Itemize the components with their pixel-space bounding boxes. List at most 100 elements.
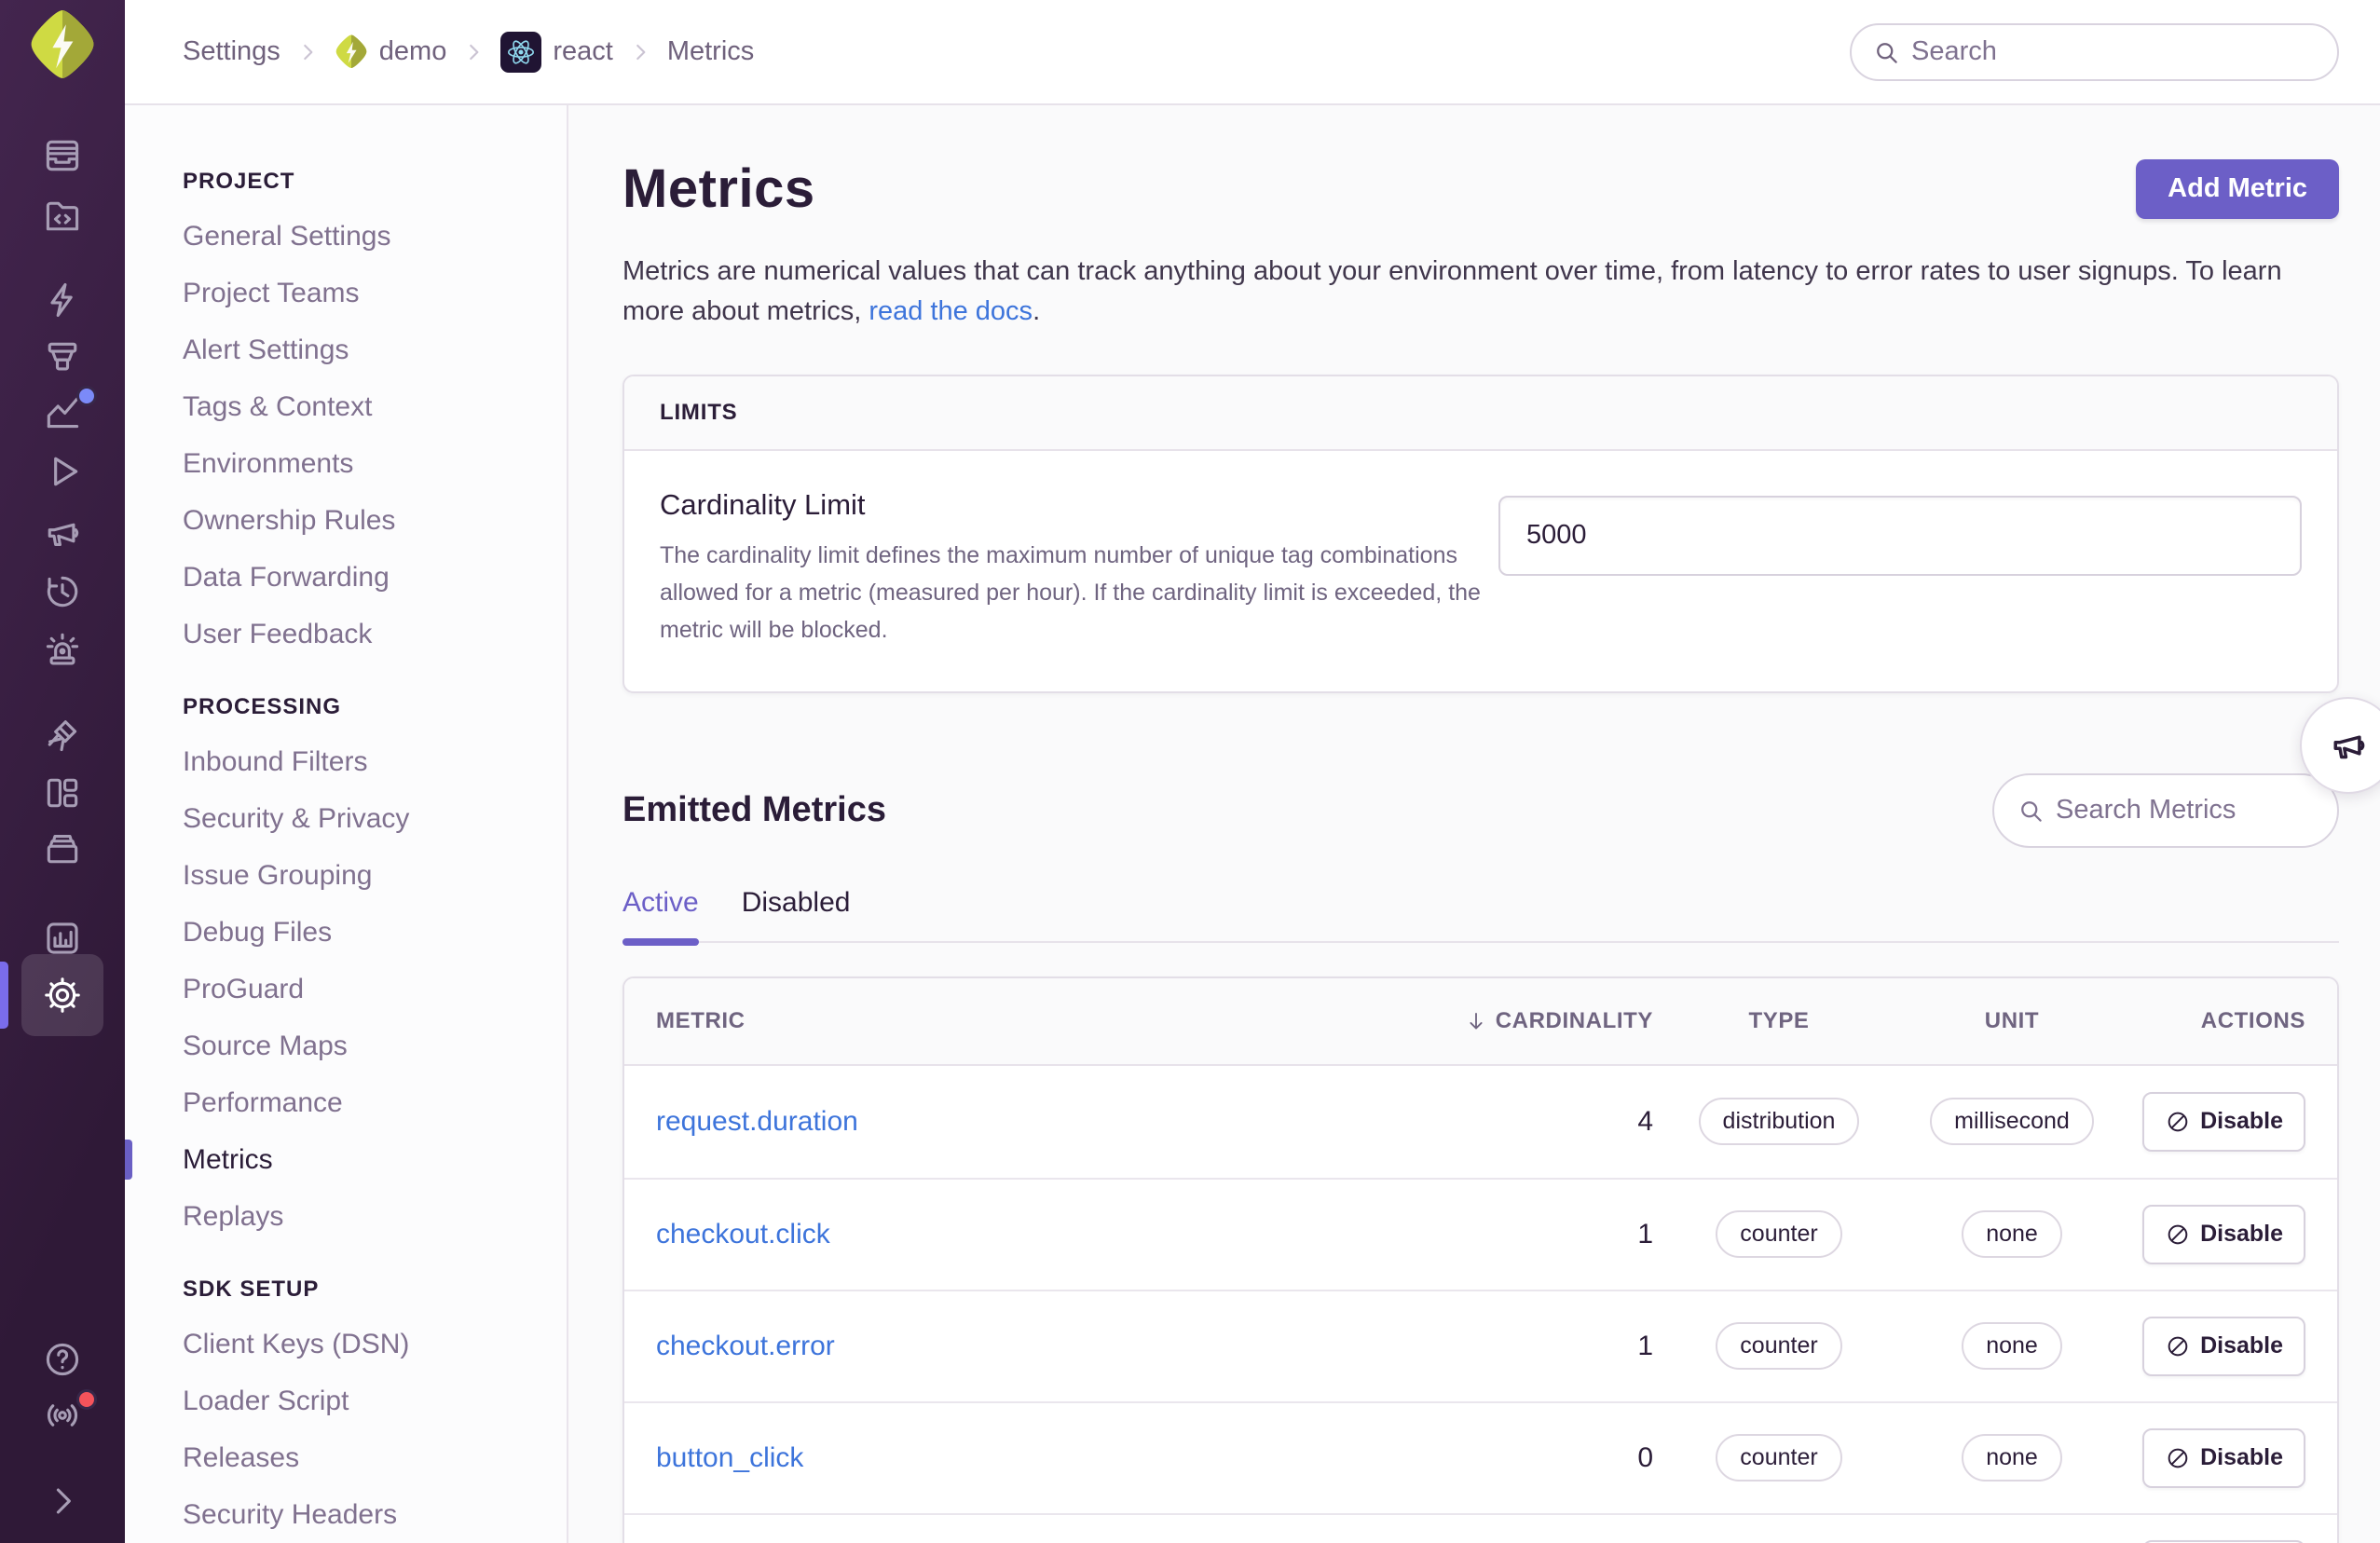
sidebar-item-label: User Feedback: [183, 618, 373, 649]
disable-button[interactable]: Disable: [2142, 1427, 2305, 1488]
table-row: request.duration 4 distribution millisecond…: [624, 1066, 2337, 1178]
sidebar-item-security-headers[interactable]: Security Headers: [125, 1486, 567, 1543]
metrics-search-input[interactable]: [2056, 795, 2315, 826]
column-header-actions[interactable]: ACTIONS: [2201, 1008, 2305, 1034]
metric-name-link[interactable]: checkout.click: [656, 1219, 830, 1249]
search-icon: [1872, 38, 1900, 66]
breadcrumb-settings[interactable]: Settings: [183, 36, 280, 67]
cardinality-value: 1: [1637, 1218, 1653, 1249]
sidebar-item-environments[interactable]: Environments: [125, 435, 567, 492]
slash-circle-icon: [2165, 1445, 2191, 1471]
sidebar-item-replays[interactable]: Replays: [125, 1188, 567, 1245]
disable-button-label: Disable: [2200, 1108, 2283, 1135]
page-description: Metrics are numerical values that can tr…: [622, 252, 2339, 332]
sidebar-item-loader-script[interactable]: Loader Script: [125, 1372, 567, 1429]
sidebar-projects-button[interactable]: [0, 175, 125, 257]
sidebar-item-label: Data Forwarding: [183, 561, 390, 593]
megaphone-icon: [42, 512, 83, 553]
global-search-input[interactable]: [1911, 36, 2317, 67]
sidebar-item-ownership-rules[interactable]: Ownership Rules: [125, 492, 567, 549]
disable-button-label: Disable: [2200, 1221, 2283, 1248]
column-header-cardinality[interactable]: CARDINALITY: [1464, 1008, 1653, 1034]
sidebar-gear-button[interactable]: [0, 954, 125, 1036]
gear-icon: [42, 975, 83, 1016]
sidebar-archive-button[interactable]: [0, 808, 125, 890]
breadcrumb-org-demo[interactable]: demo: [335, 34, 447, 71]
icon-sidebar: [0, 0, 125, 1543]
table-row: component_load_time0distributionmillisec…: [624, 1512, 2337, 1543]
limits-panel-header: LIMITS: [624, 376, 2337, 451]
active-indicator-bar: [125, 1140, 132, 1180]
settings-nav: PROJECT General Settings Project Teams Aler…: [125, 105, 568, 1543]
add-metric-button[interactable]: Add Metric: [2136, 158, 2339, 219]
metric-name-link[interactable]: request.duration: [656, 1106, 858, 1137]
sidebar-item-releases[interactable]: Releases: [125, 1429, 567, 1486]
disable-button[interactable]: Disable: [2142, 1316, 2305, 1376]
disable-button-label: Disable: [2200, 1444, 2283, 1471]
sidebar-item-debug-files[interactable]: Debug Files: [125, 904, 567, 961]
sidebar-item-project-teams[interactable]: Project Teams: [125, 265, 567, 321]
active-indicator-bar: [0, 962, 8, 1029]
breadcrumb: Settings demo react Metrics: [183, 31, 754, 73]
sidebar-item-label: Replays: [183, 1200, 284, 1232]
sidebar-item-label: Security Headers: [183, 1498, 398, 1530]
breadcrumb-project-react[interactable]: react: [500, 31, 613, 73]
sidebar-item-proguard[interactable]: ProGuard: [125, 961, 567, 1017]
sidebar-item-label: Releases: [183, 1441, 300, 1473]
sidebar-item-label: ProGuard: [183, 973, 305, 1004]
sidebar-item-label: Inbound Filters: [183, 745, 368, 777]
metric-name-link[interactable]: checkout.error: [656, 1331, 835, 1361]
topbar: Settings demo react Metrics Search: [125, 0, 2380, 105]
breadcrumb-settings-label: Settings: [183, 36, 280, 66]
sidebar-item-data-forwarding[interactable]: Data Forwarding: [125, 549, 567, 606]
disable-button[interactable]: Disable: [2142, 1204, 2305, 1264]
dashboard-icon: [42, 772, 83, 813]
funnel-icon: [42, 337, 83, 378]
sidebar-item-label: Ownership Rules: [183, 504, 396, 536]
read-the-docs-link[interactable]: read the docs: [869, 296, 1033, 326]
nav-section-title: PROCESSING: [183, 694, 342, 719]
breadcrumb-org-label: demo: [378, 36, 447, 66]
limits-panel: LIMITS Cardinality Limit The cardinality…: [622, 374, 2339, 693]
sidebar-item-general-settings[interactable]: General Settings: [125, 208, 567, 265]
sidebar-broadcast-button[interactable]: [0, 1374, 125, 1456]
breadcrumb-current-page[interactable]: Metrics: [667, 36, 754, 67]
sentry-logo[interactable]: [0, 7, 125, 84]
stats-icon: [42, 918, 83, 959]
lightning-icon: [42, 280, 83, 321]
column-header-type[interactable]: TYPE: [1748, 1008, 1809, 1034]
sidebar-item-source-maps[interactable]: Source Maps: [125, 1017, 567, 1074]
sidebar-item-inbound-filters[interactable]: Inbound Filters: [125, 733, 567, 790]
search-icon: [2017, 797, 2045, 825]
metric-name-link[interactable]: button_click: [656, 1442, 803, 1473]
sidebar-item-label: Client Keys (DSN): [183, 1328, 410, 1359]
table-header-row: METRIC CARDINALITY TYPE UNIT ACTIONS: [624, 977, 2337, 1066]
sidebar-item-user-feedback[interactable]: User Feedback: [125, 606, 567, 662]
telescope-icon: [42, 715, 83, 756]
metrics-tabs: Active Disabled: [622, 887, 2339, 946]
chevron-right-icon: [295, 40, 320, 64]
sidebar-item-label: General Settings: [183, 220, 391, 252]
sidebar-item-issue-grouping[interactable]: Issue Grouping: [125, 847, 567, 904]
sidebar-item-client-keys-dsn[interactable]: Client Keys (DSN): [125, 1316, 567, 1372]
sidebar-chevron-right-button[interactable]: [0, 1460, 125, 1542]
metrics-search[interactable]: [1992, 772, 2339, 848]
tab-active[interactable]: Active: [622, 887, 699, 946]
column-header-unit[interactable]: UNIT: [1985, 1008, 2039, 1034]
sidebar-item-performance[interactable]: Performance: [125, 1074, 567, 1131]
column-header-metric[interactable]: METRIC: [656, 1008, 745, 1034]
sidebar-item-alert-settings[interactable]: Alert Settings: [125, 321, 567, 378]
column-header-label: ACTIONS: [2200, 1007, 2305, 1033]
disable-button[interactable]: Disable: [2142, 1091, 2305, 1152]
tab-disabled[interactable]: Disabled: [742, 887, 851, 941]
sidebar-item-metrics[interactable]: Metrics: [125, 1131, 567, 1188]
sidebar-item-tags-context[interactable]: Tags & Context: [125, 378, 567, 435]
cardinality-limit-input[interactable]: [1498, 495, 2302, 576]
global-search[interactable]: [1850, 22, 2339, 81]
sidebar-item-security-privacy[interactable]: Security & Privacy: [125, 790, 567, 847]
type-badge: counter: [1716, 1434, 1842, 1482]
sidebar-siren-button[interactable]: [0, 608, 125, 690]
notification-dot-blue: [76, 386, 97, 406]
sidebar-item-label: Performance: [183, 1086, 343, 1118]
sidebar-item-label: Tags & Context: [183, 390, 373, 422]
